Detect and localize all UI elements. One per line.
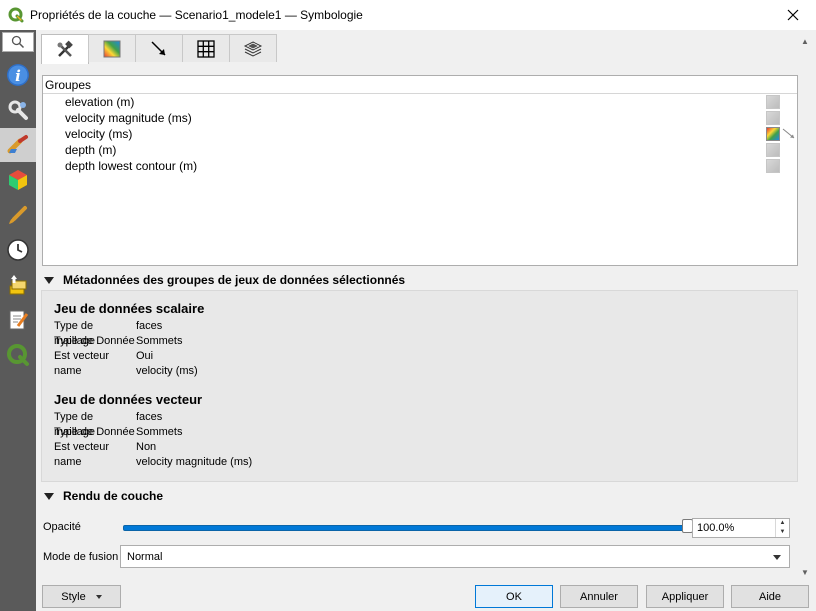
tab-3d[interactable] <box>229 34 277 62</box>
group-label: elevation (m) <box>65 95 135 109</box>
blend-mode-select[interactable]: Normal <box>120 545 790 568</box>
scalar-swatch-icon[interactable] <box>766 143 780 157</box>
scalar-active-swatch-icon[interactable] <box>766 127 780 141</box>
metadata-section-toggle[interactable]: Métadonnées des groupes de jeux de donné… <box>42 270 405 290</box>
groups-list: Groupes elevation (m) velocity magnitude… <box>42 75 798 266</box>
tab-mesh[interactable] <box>182 34 230 62</box>
meta-row: Type de Donnée Sommets <box>54 426 183 438</box>
list-item[interactable]: velocity (ms) <box>43 126 797 142</box>
collapse-triangle-icon <box>44 276 54 284</box>
chevron-down-icon <box>773 555 781 560</box>
sidebar-item-rendering[interactable] <box>0 198 36 232</box>
list-item[interactable]: velocity magnitude (ms) <box>43 110 797 126</box>
collapse-triangle-icon <box>44 492 54 500</box>
spin-arrows-icon[interactable]: ▲ ▼ <box>775 519 789 537</box>
ok-button[interactable]: OK <box>475 585 553 608</box>
blend-mode-value: Normal <box>127 551 163 563</box>
meta-row: Type de maillage faces <box>54 411 163 438</box>
meta-row: Est vecteur Oui <box>54 350 154 362</box>
scalar-swatch-icon[interactable] <box>766 111 780 125</box>
opacity-spinbox[interactable]: 100.0% ▲ ▼ <box>692 518 790 538</box>
scalar-swatch-icon[interactable] <box>766 159 780 173</box>
scroll-down-icon[interactable]: ▼ <box>798 565 812 579</box>
scroll-thumb[interactable] <box>800 52 810 552</box>
vector-arrow-icon[interactable] <box>782 128 796 140</box>
sidebar: i <box>0 30 36 611</box>
brush-icon <box>9 206 27 224</box>
meta-row: name velocity (ms) <box>54 365 198 377</box>
arrow-icon <box>151 40 166 56</box>
group-label: velocity (ms) <box>65 127 133 141</box>
metadata-section-title: Métadonnées des groupes de jeux de donné… <box>63 273 406 287</box>
qgis-icon <box>7 344 29 366</box>
tab-general[interactable] <box>41 34 89 64</box>
opacity-slider-track[interactable] <box>123 525 685 531</box>
stack-icon <box>243 40 263 57</box>
layers-up-icon <box>9 275 27 295</box>
sidebar-item-3d-view[interactable] <box>0 163 36 197</box>
title-bar: Propriétés de la couche — Scenario1_mode… <box>0 0 816 30</box>
cancel-button[interactable]: Annuler <box>560 585 638 608</box>
vertical-scrollbar[interactable]: ▲ ▼ <box>798 34 812 579</box>
notepad-icon <box>9 310 29 330</box>
meta-row: name velocity magnitude (ms) <box>54 456 253 468</box>
apply-button[interactable]: Appliquer <box>646 585 724 608</box>
blend-label: Mode de fusion <box>43 551 119 563</box>
qgis-logo-icon <box>8 7 24 23</box>
dialog-footer: Style OK Annuler Appliquer Aide <box>36 581 816 611</box>
chevron-down-icon <box>95 594 102 599</box>
meta-row: Type de maillage faces <box>54 320 163 347</box>
list-item[interactable]: depth (m) <box>43 142 797 158</box>
tab-vectors[interactable] <box>135 34 183 62</box>
paintbrush-icon <box>7 135 28 154</box>
clock-icon <box>7 239 29 261</box>
list-item[interactable]: elevation (m) <box>43 94 797 110</box>
tools-icon <box>57 40 73 57</box>
wrench-icon <box>8 100 28 120</box>
close-icon[interactable] <box>770 0 816 30</box>
window-title: Propriétés de la couche — Scenario1_mode… <box>30 8 363 22</box>
grid-icon <box>197 39 215 58</box>
meta-row: Type de Donnée Sommets <box>54 335 183 347</box>
rendu-section-toggle[interactable]: Rendu de couche <box>42 486 163 506</box>
sidebar-item-dataset[interactable] <box>0 268 36 302</box>
help-button[interactable]: Aide <box>731 585 809 608</box>
group-label: depth (m) <box>65 143 117 157</box>
rendu-section-title: Rendu de couche <box>63 489 164 503</box>
metadata-panel: Jeu de données scalaire Type de maillage… <box>41 290 798 482</box>
sidebar-item-symbology[interactable] <box>0 128 36 162</box>
rainbow-icon <box>103 40 121 57</box>
opacity-label: Opacité <box>43 521 81 533</box>
sidebar-item-source[interactable] <box>0 93 36 127</box>
tab-contours[interactable] <box>88 34 136 62</box>
meta-row: Est vecteur Non <box>54 441 157 453</box>
main-panel: Groupes elevation (m) velocity magnitude… <box>36 30 816 581</box>
scroll-up-icon[interactable]: ▲ <box>798 34 812 48</box>
groups-header: Groupes <box>43 76 797 94</box>
svg-text:i: i <box>15 67 21 85</box>
rendu-panel: Opacité 100.0% ▲ ▼ Mode de fusion Normal <box>41 506 798 579</box>
group-label: velocity magnitude (ms) <box>65 111 192 125</box>
list-item[interactable]: depth lowest contour (m) <box>43 158 797 174</box>
scalar-title: Jeu de données scalaire <box>54 301 205 316</box>
search-icon <box>11 35 25 49</box>
sidebar-item-temporal[interactable] <box>0 233 36 267</box>
cube-icon <box>9 170 27 190</box>
sidebar-search[interactable] <box>2 32 34 52</box>
style-button[interactable]: Style <box>42 585 121 608</box>
sidebar-item-metadata[interactable] <box>0 303 36 337</box>
scalar-swatch-icon[interactable] <box>766 95 780 109</box>
info-icon: i <box>7 64 29 86</box>
tab-bar <box>41 34 277 64</box>
opacity-value: 100.0% <box>697 522 735 534</box>
vector-title: Jeu de données vecteur <box>54 392 203 407</box>
group-label: depth lowest contour (m) <box>65 159 198 173</box>
sidebar-item-qgis[interactable] <box>0 338 36 372</box>
sidebar-item-information[interactable]: i <box>0 58 36 92</box>
